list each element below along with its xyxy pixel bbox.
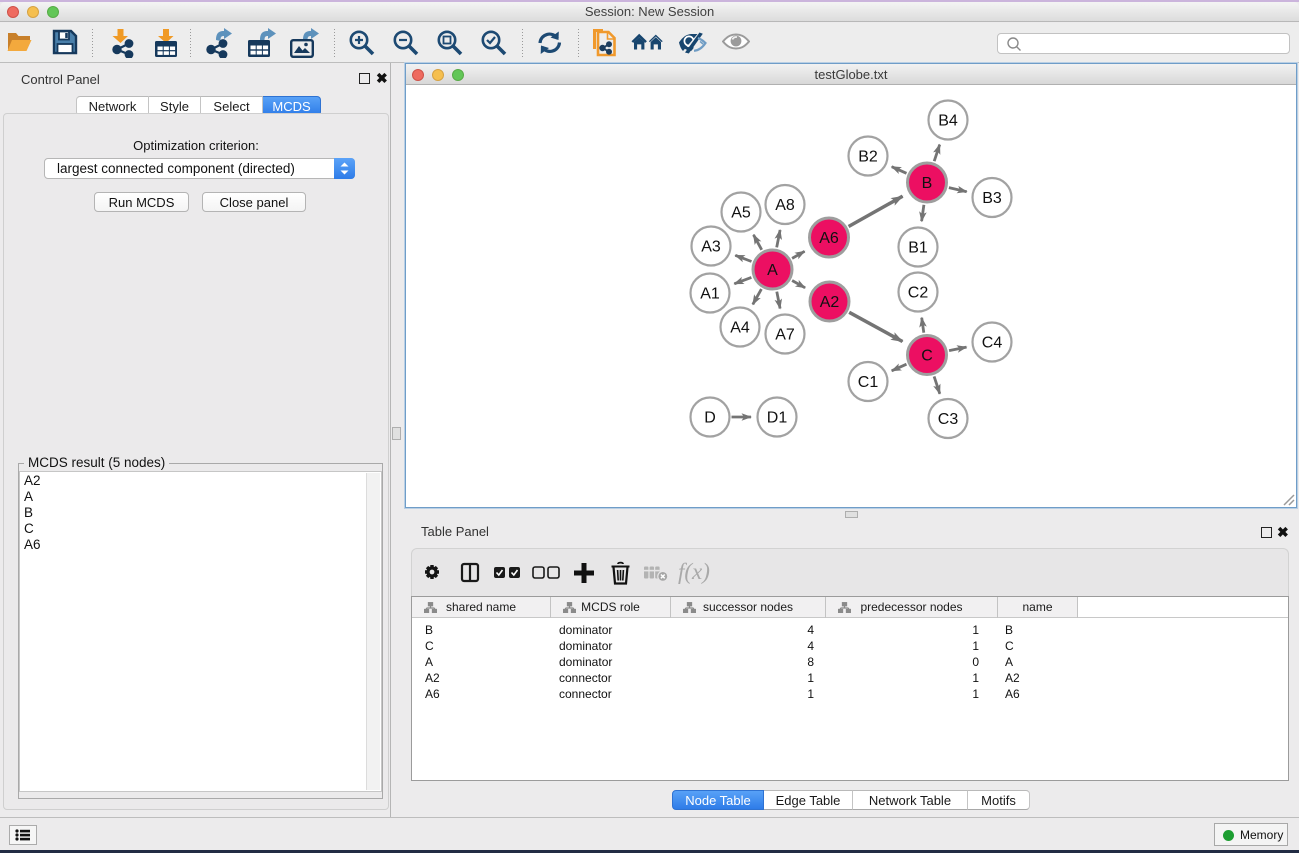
svg-text:C: C <box>921 348 933 365</box>
svg-text:A: A <box>767 262 778 279</box>
svg-text:B1: B1 <box>908 240 928 257</box>
svg-text:A8: A8 <box>775 197 795 214</box>
svg-text:B: B <box>922 175 933 192</box>
svg-text:D1: D1 <box>767 410 788 427</box>
svg-text:B4: B4 <box>938 113 958 130</box>
svg-text:B3: B3 <box>982 190 1002 207</box>
svg-text:C4: C4 <box>982 335 1003 352</box>
svg-text:D: D <box>704 410 716 427</box>
svg-text:A6: A6 <box>819 230 839 247</box>
svg-text:A3: A3 <box>701 239 721 256</box>
svg-text:B2: B2 <box>858 149 878 166</box>
svg-text:A5: A5 <box>731 205 751 222</box>
svg-text:C2: C2 <box>908 285 929 302</box>
svg-text:C3: C3 <box>938 411 959 428</box>
svg-text:A7: A7 <box>775 327 795 344</box>
svg-text:A2: A2 <box>820 294 840 311</box>
svg-text:C1: C1 <box>858 374 879 391</box>
svg-text:A1: A1 <box>700 286 720 303</box>
svg-text:A4: A4 <box>730 320 750 337</box>
